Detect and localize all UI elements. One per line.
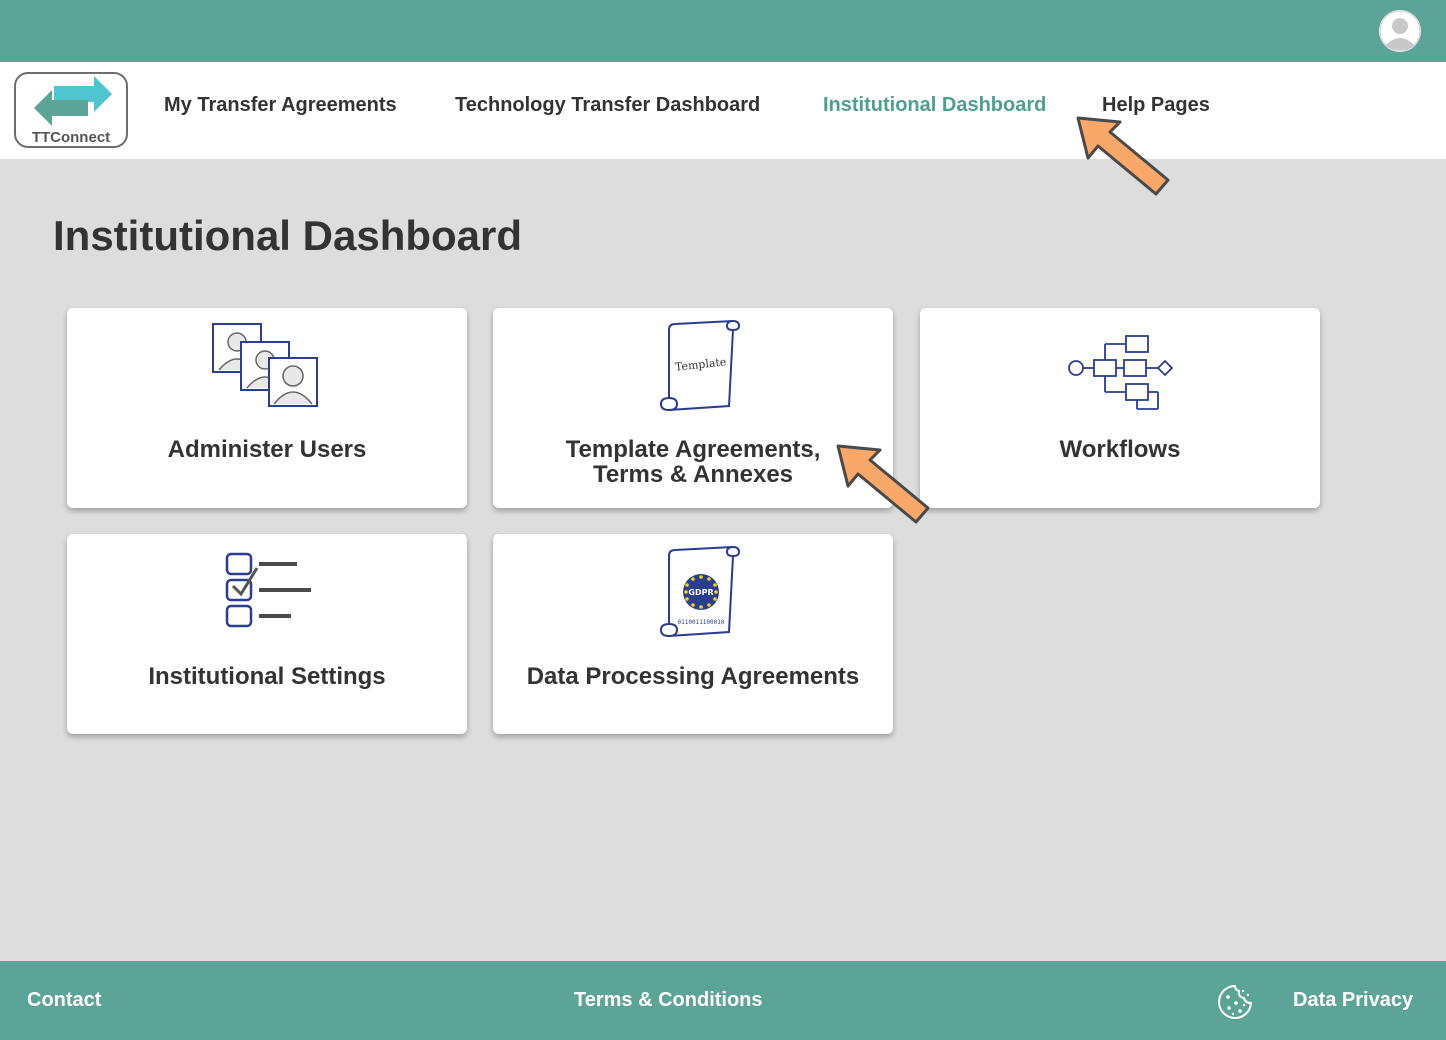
card-administer-users[interactable]: Administer Users xyxy=(67,308,467,508)
users-icon xyxy=(212,323,318,407)
card-label: Administer Users xyxy=(167,436,367,463)
nav-institutional-dashboard[interactable]: Institutional Dashboard xyxy=(823,94,1046,117)
cookie-icon[interactable] xyxy=(1216,983,1254,1021)
card-label: Institutional Settings xyxy=(148,663,386,690)
ttconnect-logo[interactable]: TTConnect xyxy=(14,72,128,148)
gdpr-text: GDPR xyxy=(688,588,713,597)
checklist-icon xyxy=(225,552,311,628)
transfer-arrows-icon xyxy=(34,76,112,126)
card-data-processing-agreements[interactable]: GDPR 0110011100010 Data Processing Agree… xyxy=(493,534,893,734)
logo-text: TTConnect xyxy=(31,129,111,146)
gdpr-scroll-icon: GDPR 0110011100010 xyxy=(659,545,741,638)
footer-terms-link[interactable]: Terms & Conditions xyxy=(574,989,763,1012)
card-workflows[interactable]: Workflows xyxy=(920,308,1320,508)
workflow-diagram-icon xyxy=(1068,335,1174,410)
main-nav: TTConnect My Transfer Agreements Technol… xyxy=(0,62,1446,159)
footer: Contact Terms & Conditions Data Privacy xyxy=(0,961,1446,1040)
card-template-agreements[interactable]: Template Template Agreements, Terms & An… xyxy=(493,308,893,508)
nav-technology-transfer-dashboard[interactable]: Technology Transfer Dashboard xyxy=(455,94,760,117)
top-bar xyxy=(0,0,1446,62)
template-scroll-icon: Template xyxy=(659,319,741,412)
nav-help-pages[interactable]: Help Pages xyxy=(1102,94,1210,117)
binary-text: 0110011100010 xyxy=(678,619,725,626)
user-avatar-icon[interactable] xyxy=(1379,10,1421,52)
card-label: Workflows xyxy=(1059,436,1181,463)
footer-data-privacy-link[interactable]: Data Privacy xyxy=(1293,989,1413,1012)
page-title: Institutional Dashboard xyxy=(53,212,523,259)
card-label: Template Agreements, Terms & Annexes xyxy=(565,436,821,488)
nav-my-transfer-agreements[interactable]: My Transfer Agreements xyxy=(164,94,397,117)
card-label: Data Processing Agreements xyxy=(526,663,860,690)
footer-contact-link[interactable]: Contact xyxy=(27,989,101,1012)
card-institutional-settings[interactable]: Institutional Settings xyxy=(67,534,467,734)
